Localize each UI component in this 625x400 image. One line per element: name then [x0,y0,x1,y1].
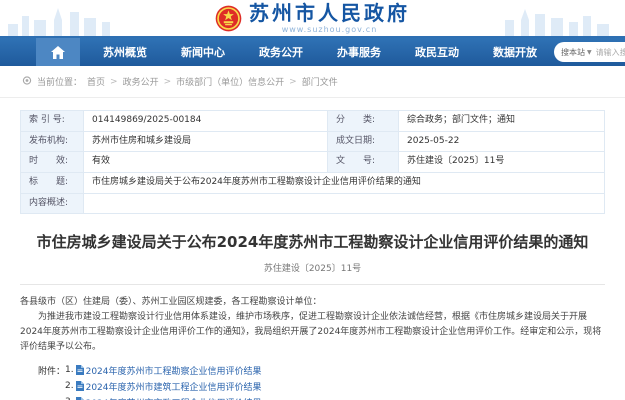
doc-number-value: 苏住建设〔2025〕11号 [399,152,604,172]
doc-validity-value: 有效 [84,152,327,172]
breadcrumb-link-dept-disclosure[interactable]: 市级部门（单位）信息公开 [176,75,284,88]
doc-summary-value [84,194,604,214]
nav-items: 苏州概览 新闻中心 政务公开 办事服务 政民互动 数据开放 [86,38,554,66]
doc-validity-label: 时 效: [21,152,83,172]
nav-item-interaction[interactable]: 政民互动 [398,38,476,66]
article-title: 市住房城乡建设局关于公布2024年度苏州市工程勘察设计企业信用评价结果的通知 [20,231,605,252]
attachment-link-label: 2024年度苏州市市政工程企业信用评价结果 [86,396,262,400]
attachment-number: 1. [65,365,74,375]
attachments-list: 1. 2024年度苏州市工程勘察企业信用评价结果 2. [65,364,262,400]
doc-issuer-label: 发布机构: [21,132,83,152]
main-nav: 苏州概览 新闻中心 政务公开 办事服务 政民互动 数据开放 搜本站 ▼ [0,38,625,66]
doc-index-value: 014149869/2025-00184 [84,111,327,131]
article-salutation: 各县级市（区）住建局（委）、苏州工业园区规建委，各工程勘察设计单位： [20,295,605,310]
attachments-label: 附件： [38,364,65,400]
home-icon [51,46,65,59]
site-logo[interactable]: 苏州市人民政府 www.suzhou.gov.cn [215,3,410,34]
search-scope-label: 搜本站 [561,47,585,58]
doc-category-label: 分 类: [328,111,398,131]
doc-issuer-value: 苏州市住房和城乡建设局 [84,132,327,152]
search-box: 搜本站 ▼ [554,42,625,62]
article-body: 各县级市（区）住建局（委）、苏州工业园区规建委，各工程勘察设计单位： 为推进我市… [20,295,605,354]
doc-title-value: 市住房城乡建设局关于公布2024年度苏州市工程勘察设计企业信用评价结果的通知 [84,173,604,193]
breadcrumb-current: 部门文件 [302,75,338,88]
attachment-link-label: 2024年度苏州市工程勘察企业信用评价结果 [86,364,262,377]
attachment-link-label: 2024年度苏州市建筑工程企业信用评价结果 [86,380,262,393]
site-title: 苏州市人民政府 [249,3,410,24]
site-header: 苏州市人民政府 www.suzhou.gov.cn [0,0,625,38]
main-content: 索 引 号: 014149869/2025-00184 分 类: 综合政务；部门… [0,98,625,400]
skyline-decoration-right [475,6,625,36]
page: 苏州市人民政府 www.suzhou.gov.cn 苏州概览 新闻中心 政务公开… [0,0,625,400]
doc-title-label: 标 题: [21,173,83,193]
nav-item-gov-info[interactable]: 政务公开 [242,38,320,66]
attachment-number: 2. [65,381,74,391]
breadcrumb-separator: > [164,77,172,87]
doc-date-value: 2025-05-22 [399,132,604,152]
site-url: www.suzhou.gov.cn [282,25,378,34]
national-emblem-icon [215,5,242,32]
doc-index-label: 索 引 号: [21,111,83,131]
nav-item-news[interactable]: 新闻中心 [164,38,242,66]
chevron-down-icon: ▼ [587,49,592,56]
doc-info-table: 索 引 号: 014149869/2025-00184 分 类: 综合政务；部门… [20,110,605,214]
nav-item-open-data[interactable]: 数据开放 [476,38,554,66]
breadcrumb-link-gov-info[interactable]: 政务公开 [123,75,159,88]
file-icon [76,365,84,375]
article-doc-number: 苏住建设〔2025〕11号 [20,261,605,274]
attachment-item: 1. 2024年度苏州市工程勘察企业信用评价结果 [65,364,262,377]
nav-home-button[interactable] [36,38,80,66]
attachment-link[interactable]: 2024年度苏州市市政工程企业信用评价结果 [76,396,262,400]
search-scope-select[interactable]: 搜本站 ▼ [561,47,592,58]
breadcrumb-prefix: 当前位置： [37,75,82,88]
article-paragraph: 为推进我市建设工程勘察设计行业信用体系建设，维护市场秩序，促进工程勘察设计企业依… [20,310,605,355]
breadcrumb-separator: > [110,77,118,87]
attachment-item: 2. 2024年度苏州市建筑工程企业信用评价结果 [65,380,262,393]
attachment-link[interactable]: 2024年度苏州市建筑工程企业信用评价结果 [76,380,262,393]
doc-category-value: 综合政务；部门文件；通知 [399,111,604,131]
nav-item-services[interactable]: 办事服务 [320,38,398,66]
article-divider [20,284,605,285]
breadcrumb: 当前位置： 首页 > 政务公开 > 市级部门（单位）信息公开 > 部门文件 [0,66,625,98]
attachment-link[interactable]: 2024年度苏州市工程勘察企业信用评价结果 [76,364,262,377]
nav-item-overview[interactable]: 苏州概览 [86,38,164,66]
doc-date-label: 成文日期: [328,132,398,152]
breadcrumb-link-home[interactable]: 首页 [87,75,105,88]
skyline-decoration-left [0,6,150,36]
search-input[interactable] [596,48,625,57]
location-icon [22,76,32,87]
file-icon [76,381,84,391]
attachment-item: 3. 2024年度苏州市市政工程企业信用评价结果 [65,396,262,400]
breadcrumb-separator: > [289,77,297,87]
attachments-section: 附件： 1. 2024年度苏州市工程勘察企业信用评价结果 2. [38,364,605,400]
doc-number-label: 文 号: [328,152,398,172]
doc-summary-label: 内容概述: [21,194,83,214]
